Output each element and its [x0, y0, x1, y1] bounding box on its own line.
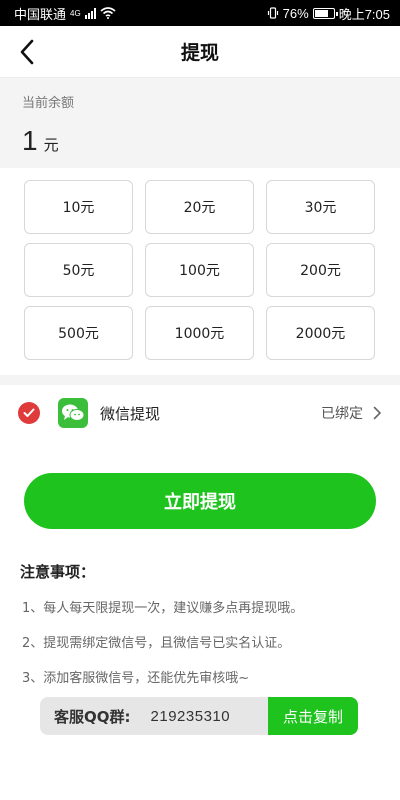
amount-option-10[interactable]: 10元 — [24, 180, 133, 234]
amount-option-200[interactable]: 200元 — [266, 243, 375, 297]
note-item: 2、提现需绑定微信号，且微信号已实名认证。 — [22, 636, 291, 651]
vibrate-icon — [267, 7, 278, 19]
chevron-right-icon — [373, 406, 382, 420]
payment-method-row[interactable]: 微信提现 已绑定 — [0, 387, 400, 439]
signal-icon — [84, 7, 96, 19]
copy-button[interactable]: 点击复制 — [268, 697, 358, 735]
amount-option-30[interactable]: 30元 — [266, 180, 375, 234]
back-button[interactable] — [10, 34, 44, 70]
qq-group-number: 219235310 — [150, 707, 231, 725]
amount-option-2000[interactable]: 2000元 — [266, 306, 375, 360]
qq-group-bar: 客服QQ群: 219235310 点击复制 — [40, 697, 358, 735]
battery-percent: 76% — [282, 5, 309, 21]
wifi-icon — [100, 7, 116, 19]
section-divider — [0, 375, 400, 385]
amount-option-1000[interactable]: 1000元 — [145, 306, 254, 360]
clock-time: 晚上7:05 — [338, 6, 390, 22]
balance-amount: 1 元 — [22, 125, 378, 157]
qq-group-label: 客服QQ群: — [54, 707, 131, 726]
withdraw-now-button[interactable]: 立即提现 — [24, 473, 376, 529]
carrier-name: 中国联通 — [14, 6, 67, 22]
balance-label: 当前余额 — [22, 96, 75, 111]
amount-option-500[interactable]: 500元 — [24, 306, 133, 360]
network-type: 4G — [70, 8, 81, 18]
amount-option-20[interactable]: 20元 — [145, 180, 254, 234]
binding-status: 已绑定 — [321, 406, 363, 422]
nav-bar: 提现 — [0, 26, 400, 78]
amount-options: 10元 20元 30元 50元 100元 200元 500元 1000元 200… — [24, 180, 376, 360]
payment-method-name: 微信提现 — [100, 404, 161, 423]
check-icon[interactable] — [18, 402, 40, 424]
balance-panel: 当前余额 1 元 — [0, 78, 400, 168]
chevron-left-icon — [20, 39, 34, 65]
balance-value: 1 — [22, 125, 38, 156]
notes-title: 注意事项： — [20, 563, 96, 581]
page-title: 提现 — [180, 42, 219, 64]
balance-unit: 元 — [43, 136, 59, 154]
note-item: 1、每人每天限提现一次，建议赚多点再提现哦。 — [22, 601, 304, 616]
amount-option-50[interactable]: 50元 — [24, 243, 133, 297]
amount-option-100[interactable]: 100元 — [145, 243, 254, 297]
note-item: 3、添加客服微信号，还能优先审核哦~ — [22, 671, 250, 686]
wechat-icon — [58, 398, 88, 428]
battery-icon — [312, 7, 338, 19]
status-bar: 中国联通 4G 76% 晚上7:05 — [0, 0, 400, 26]
